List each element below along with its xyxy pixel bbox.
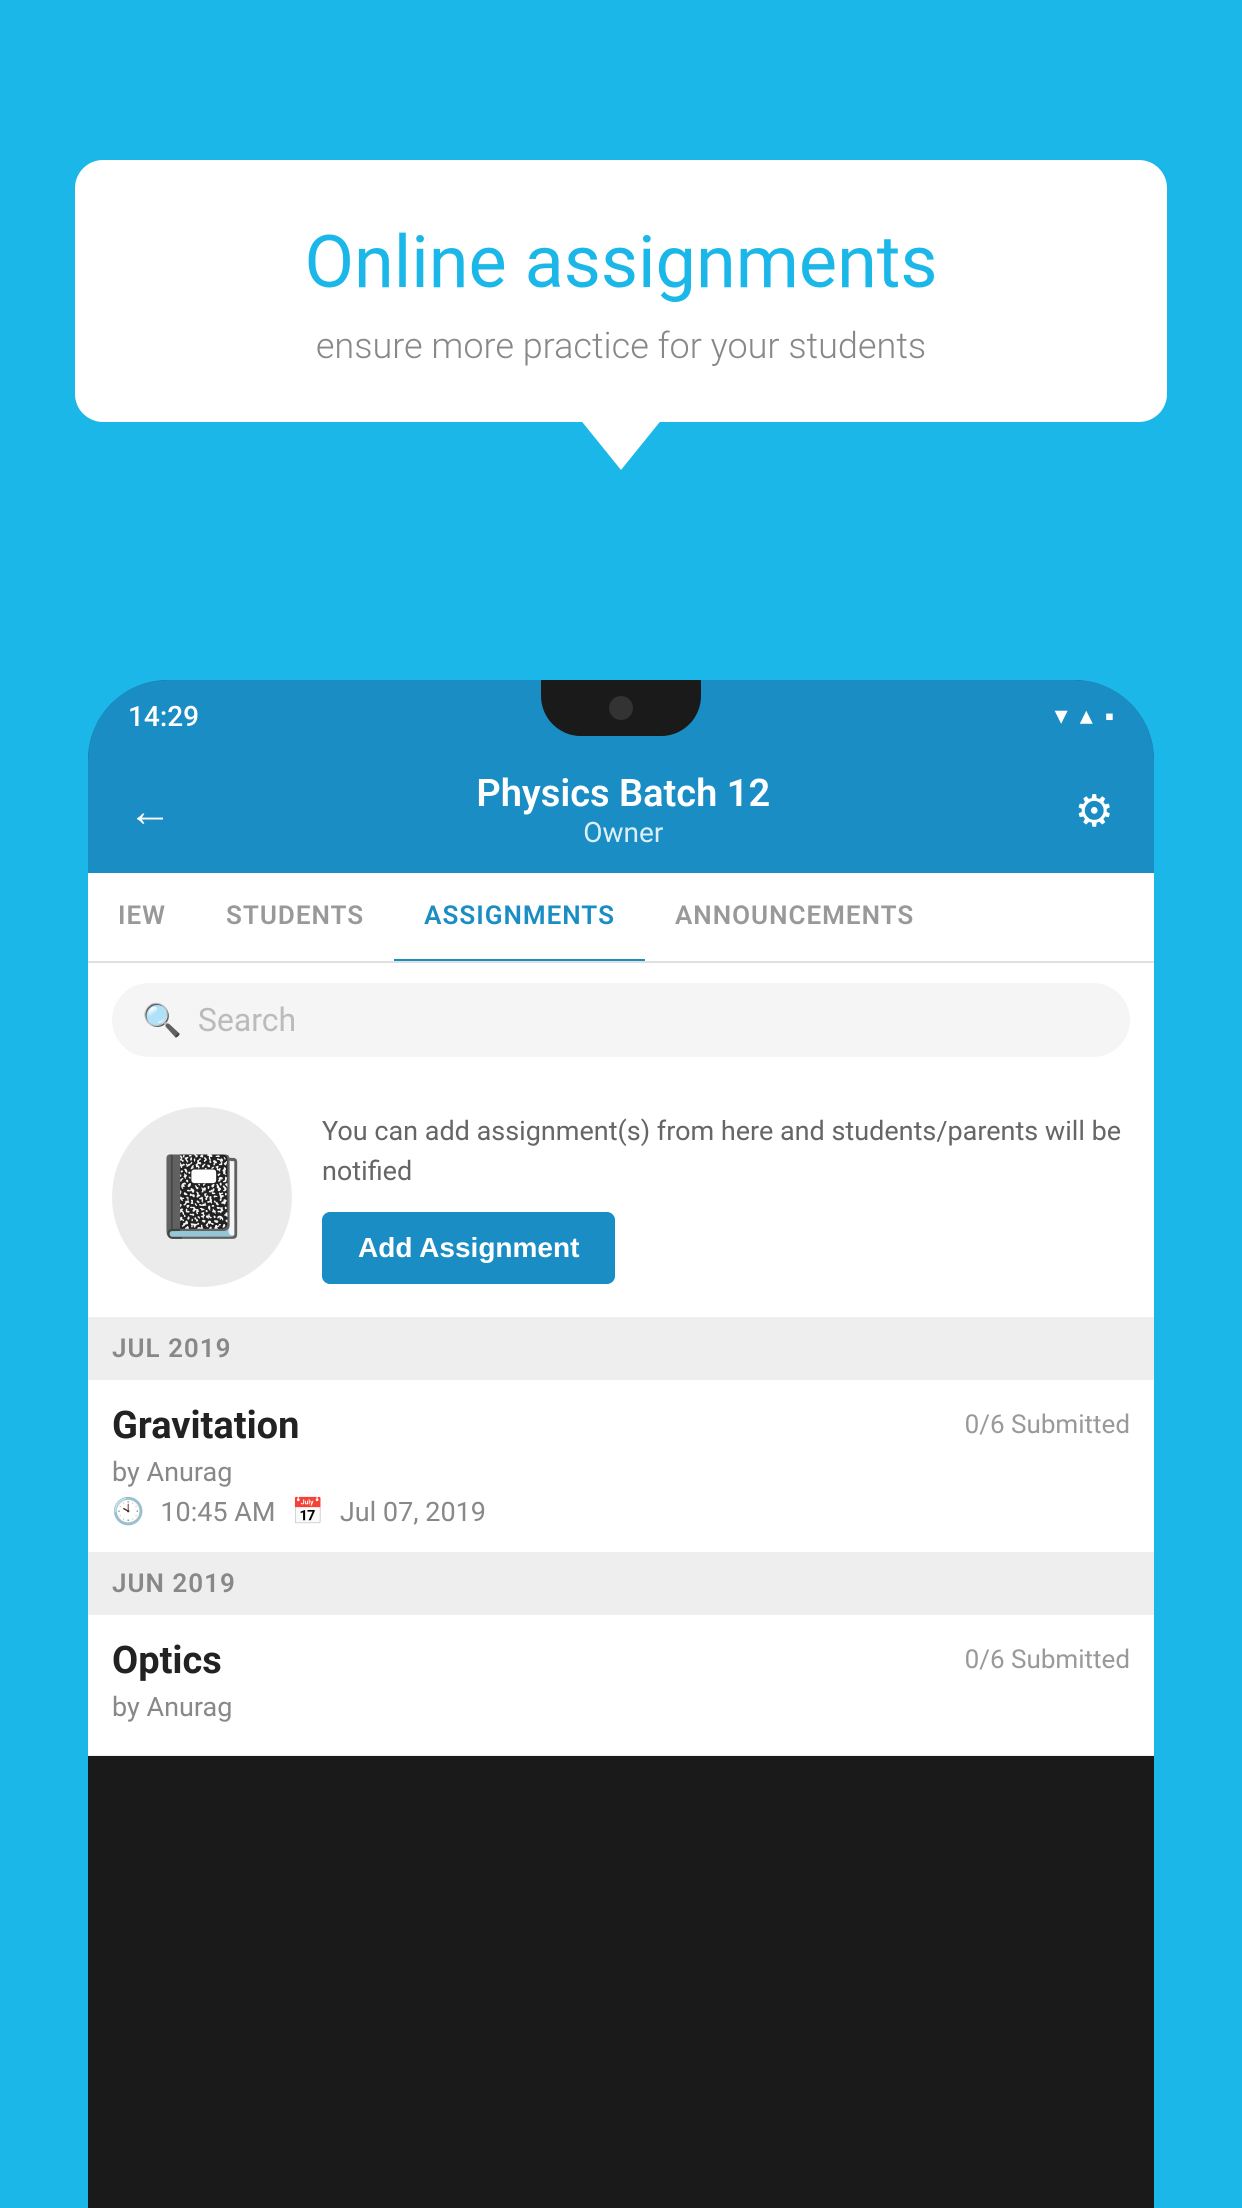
phone-container: 14:29 ▾ ▴ ▪ ← Physics Batch 12 Owner ⚙ I… [88,680,1154,2208]
table-row[interactable]: Optics 0/6 Submitted by Anurag [88,1615,1154,1756]
assignment-author: by Anurag [112,1691,1130,1723]
status-icons: ▾ ▴ ▪ [1055,701,1114,732]
tab-announcements[interactable]: ANNOUNCEMENTS [645,873,944,961]
table-row[interactable]: Gravitation 0/6 Submitted by Anurag 🕙 10… [88,1380,1154,1553]
promo-icon-circle: 📓 [112,1107,292,1287]
header-title-block: Physics Batch 12 Owner [476,772,770,849]
assignment-row-top: Optics 0/6 Submitted [112,1639,1130,1683]
assignment-name: Optics [112,1639,222,1683]
search-input[interactable]: Search [198,1001,296,1039]
submitted-count: 0/6 Submitted [965,1645,1130,1675]
header-subtitle: Owner [476,816,770,849]
status-time: 14:29 [128,700,199,733]
promo-text-block: You can add assignment(s) from here and … [322,1111,1130,1284]
search-bar[interactable]: 🔍 Search [112,983,1130,1057]
promo-description: You can add assignment(s) from here and … [322,1111,1130,1192]
assignment-row-top: Gravitation 0/6 Submitted [112,1404,1130,1448]
tab-assignments[interactable]: ASSIGNMENTS [394,873,645,963]
phone-content: 🔍 Search 📓 You can add assignment(s) fro… [88,963,1154,1756]
assignment-name: Gravitation [112,1404,299,1448]
speech-bubble-title: Online assignments [145,220,1097,305]
phone-frame: 14:29 ▾ ▴ ▪ ← Physics Batch 12 Owner ⚙ I… [88,680,1154,2208]
speech-bubble-container: Online assignments ensure more practice … [75,160,1167,422]
add-assignment-button[interactable]: Add Assignment [322,1212,615,1284]
tab-iew[interactable]: IEW [88,873,196,961]
section-header-jun: JUN 2019 [88,1553,1154,1615]
signal-icon: ▴ [1080,701,1093,731]
assignment-time: 10:45 AM [160,1496,275,1528]
search-icon: 🔍 [142,1001,182,1039]
promo-block: 📓 You can add assignment(s) from here an… [88,1077,1154,1318]
settings-icon[interactable]: ⚙ [1075,785,1114,837]
notebook-icon: 📓 [152,1150,252,1244]
wifi-icon: ▾ [1055,701,1068,731]
app-header: ← Physics Batch 12 Owner ⚙ [88,752,1154,873]
status-bar: 14:29 ▾ ▴ ▪ [88,680,1154,752]
submitted-count: 0/6 Submitted [965,1410,1130,1440]
assignment-author: by Anurag [112,1456,1130,1488]
camera [609,696,633,720]
clock-icon: 🕙 [112,1497,144,1527]
assignment-date: Jul 07, 2019 [340,1496,486,1528]
speech-bubble-subtitle: ensure more practice for your students [145,325,1097,367]
search-bar-container: 🔍 Search [88,963,1154,1077]
notch [541,680,701,736]
section-header-jul: JUL 2019 [88,1318,1154,1380]
battery-icon: ▪ [1105,701,1114,732]
tab-students[interactable]: STUDENTS [196,873,394,961]
assignment-meta: 🕙 10:45 AM 📅 Jul 07, 2019 [112,1496,1130,1528]
batch-title: Physics Batch 12 [476,772,770,816]
calendar-icon: 📅 [292,1497,324,1527]
tabs-bar: IEW STUDENTS ASSIGNMENTS ANNOUNCEMENTS [88,873,1154,963]
back-button[interactable]: ← [128,785,172,837]
speech-bubble: Online assignments ensure more practice … [75,160,1167,422]
